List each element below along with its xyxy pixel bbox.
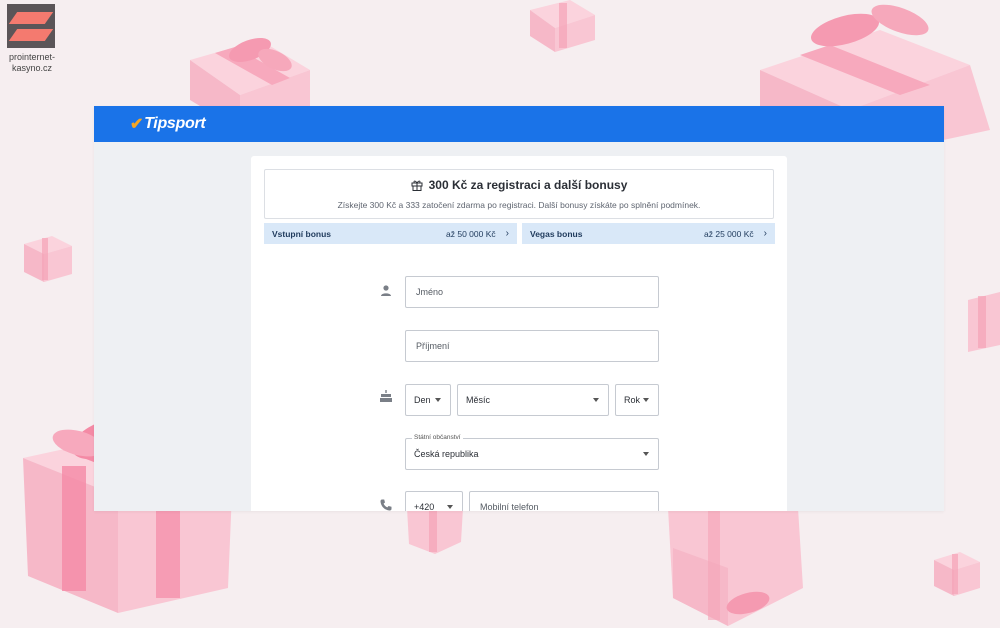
user-icon [381, 285, 391, 296]
watermark-text: prointernet- kasyno.cz [8, 52, 56, 73]
promo-box: 300 Kč za registraci a další bonusy Získ… [264, 169, 774, 219]
citizenship-value: Česká republika [414, 449, 479, 459]
promo-subtitle: Získejte 300 Kč a 333 zatočení zdarma po… [337, 200, 701, 210]
registration-card: 300 Kč za registraci a další bonusy Získ… [251, 156, 787, 511]
birth-day-select[interactable]: Den [405, 384, 451, 416]
first-name-placeholder: Jméno [416, 287, 444, 297]
entry-bonus-value: až 50 000 Kč [446, 228, 496, 239]
entry-bonus-row[interactable]: Vstupní bonus až 50 000 Kč › [264, 223, 517, 244]
gift-decoration-right-bottom [934, 552, 980, 596]
watermark-logo [7, 4, 55, 48]
mobile-phone-input[interactable]: Mobilní telefon [469, 491, 659, 511]
gift-decoration-bottom-right [668, 508, 803, 626]
chevron-down-icon [435, 398, 441, 402]
promo-title: 300 Kč za registraci a další bonusy [428, 178, 628, 192]
birth-month-value: Měsíc [466, 395, 491, 405]
citizenship-label: Státní občanství [412, 434, 463, 441]
entry-bonus-label: Vstupní bonus [272, 228, 332, 239]
cake-icon [380, 390, 392, 402]
birth-month-select[interactable]: Měsíc [457, 384, 609, 416]
phone-prefix-select[interactable]: +420 [405, 491, 463, 511]
gift-decoration-top-center [530, 0, 595, 52]
vegas-bonus-value: až 25 000 Kč [704, 228, 754, 239]
chevron-down-icon [643, 452, 649, 456]
birth-year-select[interactable]: Rok [615, 384, 659, 416]
gift-icon [411, 180, 423, 191]
first-name-input[interactable]: Jméno [405, 276, 659, 308]
gift-decoration-bottom-center [407, 508, 463, 554]
watermark: prointernet- kasyno.cz [7, 4, 57, 74]
birth-year-value: Rok [624, 395, 641, 405]
gift-decoration-right-small [968, 292, 1000, 352]
chevron-down-icon [643, 398, 649, 402]
chevron-right-icon: › [505, 228, 509, 239]
vegas-bonus-row[interactable]: Vegas bonus až 25 000 Kč › [522, 223, 775, 244]
header-bar: ✔ Tipsport [94, 106, 944, 142]
vegas-bonus-label: Vegas bonus [530, 228, 583, 239]
registration-page: ✔ Tipsport 300 Kč za registraci a další … [94, 106, 944, 511]
mobile-phone-placeholder: Mobilní telefon [480, 502, 539, 511]
last-name-placeholder: Příjmení [416, 341, 450, 351]
chevron-right-icon: › [763, 228, 767, 239]
phone-prefix-value: +420 [414, 502, 435, 511]
brand-name: Tipsport [144, 115, 206, 132]
logo-check-icon: ✔ [130, 116, 144, 133]
birth-day-value: Den [414, 395, 431, 405]
citizenship-select[interactable]: Státní občanství Česká republika [405, 434, 659, 470]
tipsport-logo[interactable]: ✔ Tipsport [130, 114, 206, 134]
promo-title-row: 300 Kč za registraci a další bonusy [265, 178, 773, 192]
chevron-down-icon [447, 505, 453, 509]
last-name-input[interactable]: Příjmení [405, 330, 659, 362]
chevron-down-icon [593, 398, 599, 402]
phone-icon [380, 499, 392, 511]
gift-decoration-left-small [24, 236, 72, 282]
